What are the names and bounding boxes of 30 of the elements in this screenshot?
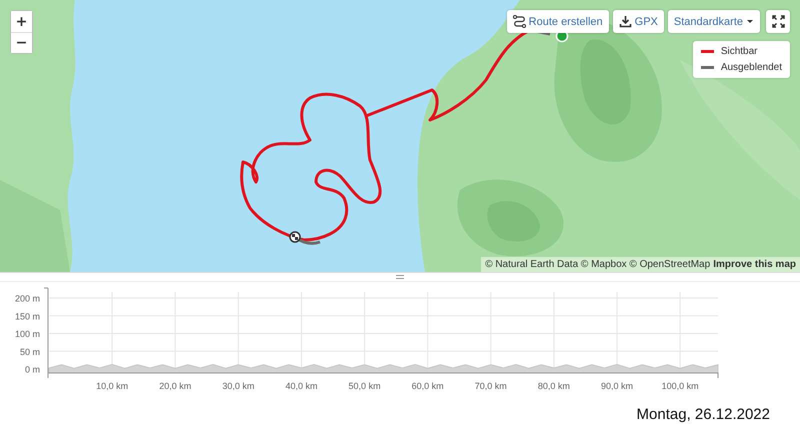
route-icon [512, 15, 526, 28]
fullscreen-button[interactable] [766, 10, 790, 33]
download-icon [618, 15, 632, 28]
map-style-dropdown[interactable]: Standardkarte [668, 10, 760, 33]
y-axis-label: 50 m [20, 346, 40, 357]
y-axis-label: 0 m [24, 364, 40, 374]
x-axis-label: 20,0 km [159, 381, 192, 391]
x-axis-label: 60,0 km [412, 381, 444, 391]
y-axis-label: 100 m [14, 329, 40, 339]
x-axis-label: 100,0 km [662, 381, 699, 391]
zoom-out-button[interactable]: − [11, 32, 32, 53]
x-axis-label: 10,0 km [96, 381, 128, 391]
attribution-text: © Natural Earth Data © Mapbox © OpenStreetMap [485, 259, 710, 270]
x-axis-label: 50,0 km [348, 381, 381, 391]
y-axis-label: 150 m [14, 311, 40, 322]
gpx-button[interactable]: GPX [612, 10, 664, 33]
improve-map-link[interactable]: Improve this map [713, 259, 796, 270]
legend-label: Ausgeblendet [720, 62, 782, 73]
finish-flag-icon [289, 231, 301, 243]
fullscreen-icon [772, 15, 784, 28]
date-text: Montag, 26.12.2022 [636, 406, 770, 423]
y-axis-label: 200 m [14, 294, 40, 304]
resize-handle-icon[interactable] [396, 275, 404, 279]
legend-label: Sichtbar [720, 46, 758, 57]
x-axis-label: 40,0 km [285, 381, 318, 391]
route-button[interactable]: Route erstellen [506, 10, 609, 33]
x-axis-label: 70,0 km [474, 381, 507, 391]
x-axis-label: 80,0 km [538, 381, 570, 391]
x-axis-label: 90,0 km [601, 381, 634, 391]
x-axis-label: 30,0 km [222, 381, 254, 391]
